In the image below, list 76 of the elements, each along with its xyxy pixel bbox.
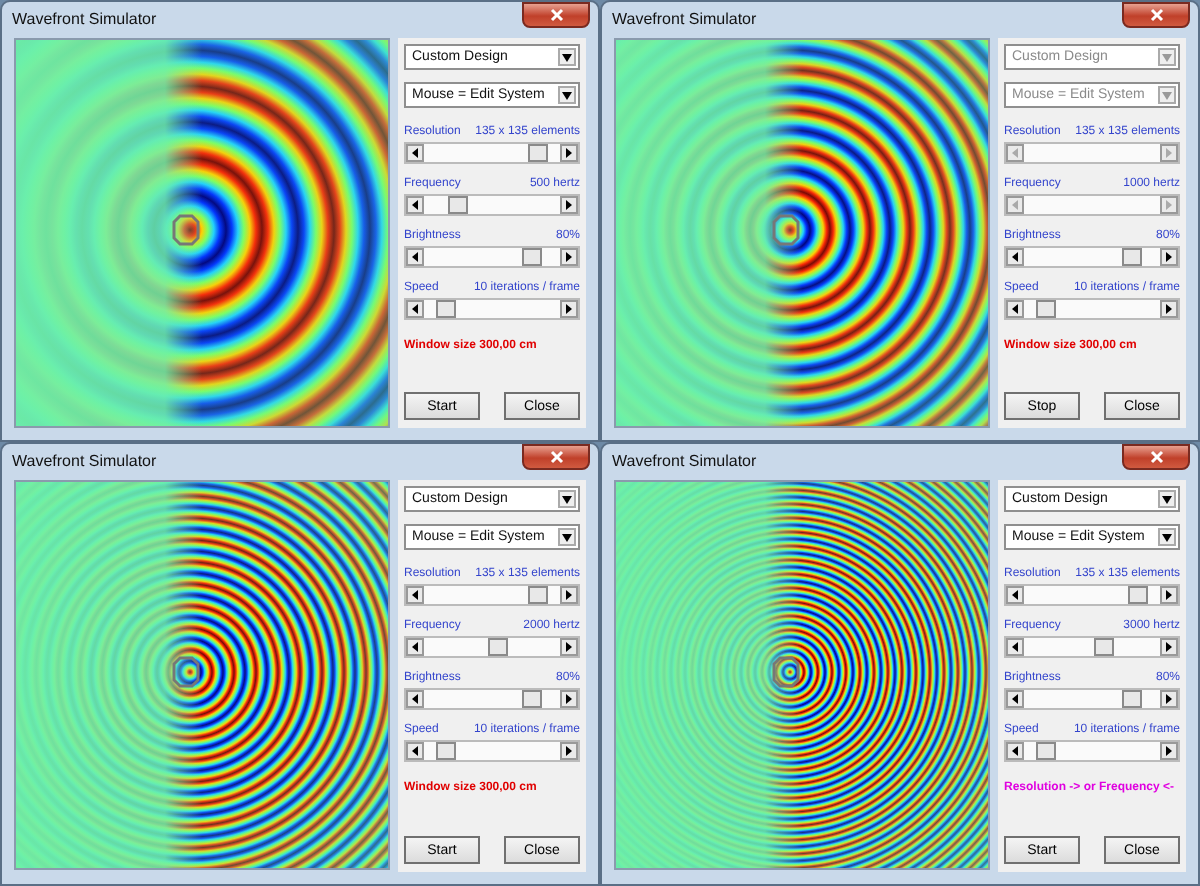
right-arrow-icon[interactable] <box>560 144 578 162</box>
slider[interactable] <box>1004 740 1180 762</box>
dropdown-arrow-icon <box>558 490 576 508</box>
slider-thumb[interactable] <box>1122 248 1143 266</box>
dropdown-arrow-icon <box>1158 86 1176 104</box>
slider[interactable] <box>404 246 580 268</box>
left-arrow-icon[interactable] <box>406 196 424 214</box>
dropdown-arrow-icon <box>558 528 576 546</box>
left-arrow-icon[interactable] <box>406 586 424 604</box>
right-arrow-icon[interactable] <box>560 248 578 266</box>
right-arrow-icon[interactable] <box>560 690 578 708</box>
left-arrow-icon[interactable] <box>406 300 424 318</box>
slider-thumb[interactable] <box>1035 300 1056 318</box>
left-arrow-icon[interactable] <box>1006 742 1024 760</box>
right-arrow-icon[interactable] <box>1160 248 1178 266</box>
slider[interactable] <box>404 194 580 216</box>
slider[interactable] <box>1004 246 1180 268</box>
left-arrow-icon[interactable] <box>1006 248 1024 266</box>
window-title: Wavefront Simulator <box>612 9 757 27</box>
slider[interactable] <box>1004 584 1180 606</box>
close-icon[interactable] <box>522 444 590 470</box>
right-arrow-icon[interactable] <box>1160 742 1178 760</box>
window-title: Wavefront Simulator <box>12 451 157 469</box>
close-icon[interactable] <box>1122 444 1190 470</box>
slider[interactable] <box>404 688 580 710</box>
slider[interactable] <box>1004 636 1180 658</box>
source-icon <box>772 656 800 688</box>
close-icon[interactable] <box>522 2 590 28</box>
source-icon <box>172 656 200 688</box>
right-arrow-icon[interactable] <box>1160 638 1178 656</box>
right-arrow-icon[interactable] <box>560 300 578 318</box>
right-arrow-icon[interactable] <box>1160 586 1178 604</box>
slider[interactable] <box>404 142 580 164</box>
dropdown-arrow-icon <box>558 48 576 66</box>
slider-thumb[interactable] <box>522 690 543 708</box>
source-icon <box>772 214 800 246</box>
left-arrow-icon[interactable] <box>406 144 424 162</box>
slider[interactable] <box>404 636 580 658</box>
right-arrow-icon[interactable] <box>560 586 578 604</box>
right-arrow-icon[interactable] <box>560 638 578 656</box>
slider-thumb[interactable] <box>1093 638 1114 656</box>
slider[interactable] <box>1004 298 1180 320</box>
dropdown-arrow-icon <box>1158 48 1176 66</box>
left-arrow-icon[interactable] <box>1006 300 1024 318</box>
window-title: Wavefront Simulator <box>612 451 757 469</box>
slider-thumb[interactable] <box>447 196 468 214</box>
dropdown-arrow-icon <box>1158 490 1176 508</box>
slider-thumb[interactable] <box>528 144 549 162</box>
slider-thumb[interactable] <box>1128 586 1149 604</box>
window-title: Wavefront Simulator <box>12 9 157 27</box>
slider[interactable] <box>404 298 580 320</box>
left-arrow-icon[interactable] <box>1006 638 1024 656</box>
slider[interactable] <box>1004 688 1180 710</box>
slider-thumb[interactable] <box>487 638 508 656</box>
slider-thumb[interactable] <box>435 742 456 760</box>
dropdown-arrow-icon <box>558 86 576 104</box>
left-arrow-icon[interactable] <box>406 742 424 760</box>
source-icon <box>172 214 200 246</box>
right-arrow-icon[interactable] <box>1160 690 1178 708</box>
slider-thumb[interactable] <box>435 300 456 318</box>
slider-thumb[interactable] <box>528 586 549 604</box>
slider[interactable] <box>404 740 580 762</box>
left-arrow-icon[interactable] <box>1006 690 1024 708</box>
slider-thumb[interactable] <box>522 248 543 266</box>
left-arrow-icon[interactable] <box>406 248 424 266</box>
right-arrow-icon[interactable] <box>560 196 578 214</box>
left-arrow-icon[interactable] <box>406 690 424 708</box>
right-arrow-icon[interactable] <box>1160 300 1178 318</box>
left-arrow-icon[interactable] <box>406 638 424 656</box>
close-icon[interactable] <box>1122 2 1190 28</box>
left-arrow-icon[interactable] <box>1006 586 1024 604</box>
slider-thumb[interactable] <box>1122 690 1143 708</box>
slider[interactable] <box>404 584 580 606</box>
right-arrow-icon[interactable] <box>560 742 578 760</box>
dropdown-arrow-icon <box>1158 528 1176 546</box>
slider-thumb[interactable] <box>1035 742 1056 760</box>
